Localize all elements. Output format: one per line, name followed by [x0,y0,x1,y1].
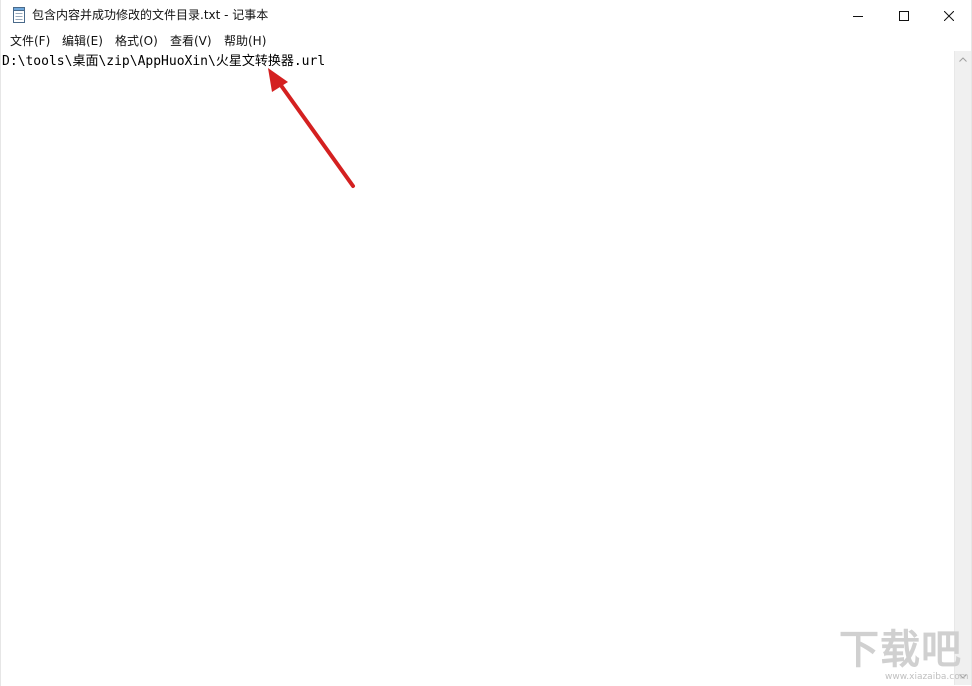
notepad-window: 包含内容并成功修改的文件目录.txt - 记事本 文件(F) 编辑(E) 格式(… [0,0,972,686]
menu-edit[interactable]: 编辑(E) [61,33,104,49]
minimize-button[interactable] [835,0,881,31]
text-editor[interactable]: D:\tools\桌面\zip\AppHuoXin\火星文转换器.url [1,51,954,685]
menu-bar: 文件(F) 编辑(E) 格式(O) 查看(V) 帮助(H) [1,31,971,52]
scroll-up-button[interactable] [955,51,971,68]
close-icon [944,10,954,21]
editor-content[interactable]: D:\tools\桌面\zip\AppHuoXin\火星文转换器.url [2,54,325,70]
maximize-icon [899,10,909,21]
menu-help[interactable]: 帮助(H) [223,33,267,49]
vertical-scrollbar[interactable] [954,51,971,685]
chevron-up-icon [959,57,967,62]
menu-view[interactable]: 查看(V) [169,33,213,49]
close-button[interactable] [926,0,971,31]
chevron-down-icon [959,674,967,679]
window-title: 包含内容并成功修改的文件目录.txt - 记事本 [32,8,269,22]
title-bar[interactable]: 包含内容并成功修改的文件目录.txt - 记事本 [1,0,971,31]
minimize-icon [853,15,863,17]
menu-format[interactable]: 格式(O) [114,33,159,49]
scroll-down-button[interactable] [955,668,971,685]
maximize-button[interactable] [881,0,927,31]
notepad-icon[interactable] [12,7,26,23]
menu-file[interactable]: 文件(F) [9,33,51,49]
